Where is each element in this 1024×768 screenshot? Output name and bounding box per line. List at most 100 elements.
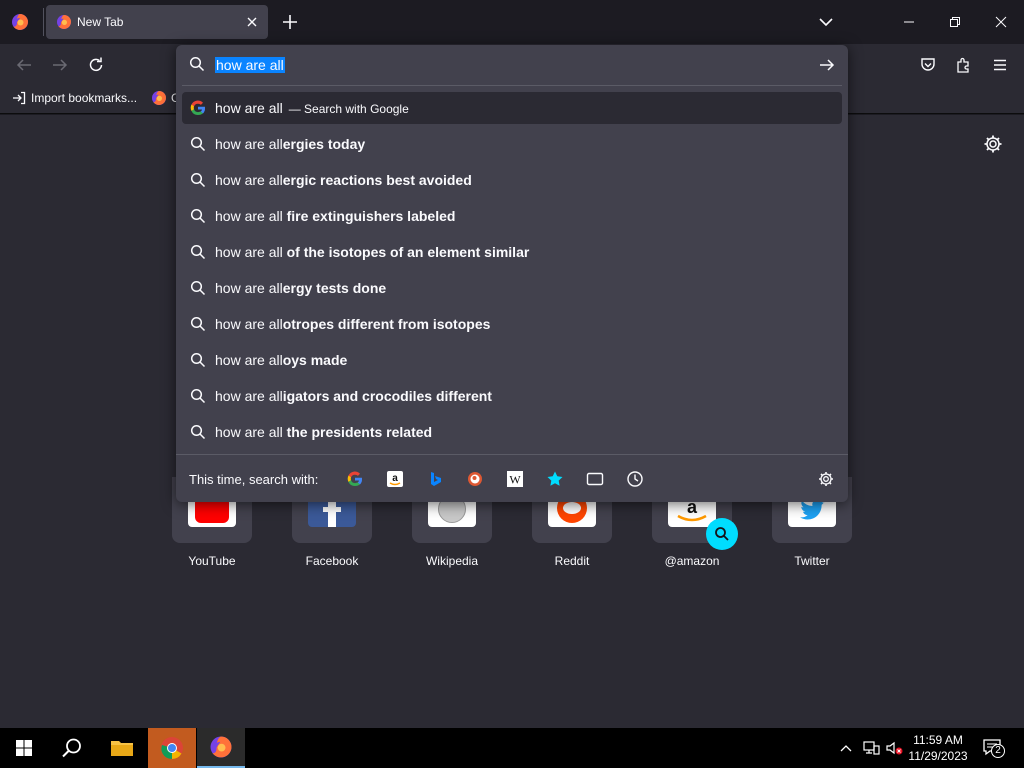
urlbar-divider	[182, 85, 842, 86]
show-hidden-icons-chevron-icon[interactable]	[839, 742, 853, 754]
urlbar-result-text: how are alloys made	[215, 352, 347, 368]
close-tab-icon[interactable]	[244, 14, 260, 30]
go-arrow-icon[interactable]	[818, 56, 836, 74]
urlbar-result-row[interactable]: how are allergy tests done	[182, 272, 842, 304]
close-icon	[995, 16, 1007, 28]
urlbar-result-row[interactable]: how are alligators and crocodiles differ…	[182, 380, 842, 412]
clock-time: 11:59 AM	[913, 733, 963, 747]
pocket-icon	[921, 58, 935, 71]
urlbar-result-row[interactable]: how are allotropes different from isotop…	[182, 308, 842, 340]
top-site-label: @amazon	[664, 554, 720, 568]
firefox-logo-icon	[210, 736, 232, 758]
urlbar-input[interactable]: how are all	[215, 56, 285, 74]
top-site-label: YouTube	[188, 554, 236, 568]
start-button[interactable]	[0, 728, 48, 768]
urlbar-result-row[interactable]: how are allergic reactions best avoided	[182, 164, 842, 196]
tab-strip: New Tab	[0, 0, 1024, 44]
urlbar-result-text: how are all of the isotopes of an elemen…	[215, 244, 529, 260]
new-tab-plus-icon[interactable]	[279, 11, 301, 33]
windows-taskbar: 11:59 AM 11/29/2023 2	[0, 728, 1024, 768]
search-icon	[190, 172, 206, 188]
urlbar-input-row[interactable]: how are all	[176, 45, 848, 85]
minimize-button[interactable]	[886, 0, 932, 44]
search-icon	[62, 738, 81, 758]
close-window-button[interactable]	[978, 0, 1024, 44]
urlbar-selected-text: how are all	[215, 57, 285, 73]
restore-button[interactable]	[932, 0, 978, 44]
tab-title: New Tab	[77, 15, 124, 29]
amazon-icon[interactable]: a	[386, 470, 404, 488]
history-icon[interactable]	[626, 470, 644, 488]
urlbar-result-row[interactable]: how are alloys made	[182, 344, 842, 376]
search-settings-gear-icon[interactable]	[817, 470, 835, 488]
result-suggested-completion: ergic reactions best avoided	[282, 172, 472, 188]
google-icon[interactable]	[346, 470, 364, 488]
result-suggested-completion: fire extinguishers labeled	[286, 208, 456, 224]
search-shortcut-badge	[706, 518, 738, 550]
tab-divider	[43, 8, 44, 36]
reload-icon	[89, 57, 103, 72]
urlbar-result-row[interactable]: how are all of the isotopes of an elemen…	[182, 236, 842, 268]
pocket-button[interactable]	[917, 54, 939, 76]
firefox-logo-icon	[12, 14, 28, 30]
extensions-button[interactable]	[953, 54, 975, 76]
result-suggested-completion: igators and crocodiles different	[282, 388, 492, 404]
result-typed-text: how are all	[215, 172, 283, 188]
urlbar-result-text: how are allergic reactions best avoided	[215, 172, 472, 188]
top-site-label: Reddit	[554, 554, 590, 568]
bookmarks-star-icon[interactable]	[546, 470, 564, 488]
google-icon	[190, 100, 206, 116]
forward-button[interactable]	[49, 54, 71, 76]
urlbar-result-text: how are allergy tests done	[215, 280, 386, 296]
list-all-tabs-chevron-icon[interactable]	[815, 11, 837, 33]
wikipedia-icon[interactable]: W	[506, 470, 524, 488]
puzzle-piece-icon	[957, 57, 969, 73]
firefox-logo-icon	[152, 91, 166, 105]
customize-gear-icon[interactable]	[983, 134, 1003, 154]
taskbar-file-explorer[interactable]	[98, 728, 146, 768]
restore-icon	[950, 17, 960, 27]
search-icon	[189, 56, 205, 72]
urlbar-result-row[interactable]: how are allergies today	[182, 128, 842, 160]
taskbar-firefox[interactable]	[197, 728, 245, 768]
search-icon	[190, 388, 206, 404]
network-icon[interactable]	[862, 740, 880, 756]
action-center-button[interactable]: 2	[982, 738, 1006, 758]
result-suggested-completion: the presidents related	[286, 424, 433, 440]
app-menu-button[interactable]	[989, 54, 1011, 76]
urlbar-result-row[interactable]: how are all — Search with Google	[182, 92, 842, 124]
urlbar-result-text: how are allergies today	[215, 136, 365, 152]
minimize-icon	[904, 21, 914, 23]
bing-icon[interactable]	[426, 470, 444, 488]
duckduckgo-icon[interactable]	[466, 470, 484, 488]
import-bookmarks-item[interactable]: Import bookmarks...	[12, 91, 137, 105]
back-button[interactable]	[13, 54, 35, 76]
tab-new-tab[interactable]: New Tab	[46, 5, 268, 39]
hamburger-menu-icon	[994, 59, 1006, 71]
firefox-logo-icon	[57, 15, 71, 29]
search-icon	[190, 316, 206, 332]
tabs-icon[interactable]	[586, 470, 604, 488]
one-off-search-bar: This time, search with: a W	[176, 454, 848, 502]
search-icon	[190, 280, 206, 296]
top-site-label: Twitter	[794, 554, 830, 568]
result-typed-text: how are all	[215, 208, 287, 224]
notification-count-badge: 2	[991, 744, 1005, 758]
urlbar-result-row[interactable]: how are all the presidents related	[182, 416, 842, 448]
taskbar-search-button[interactable]	[48, 728, 96, 768]
result-typed-text: how are all	[215, 100, 283, 116]
urlbar-result-text: how are all — Search with Google	[215, 100, 409, 116]
taskbar-chrome[interactable]	[148, 728, 196, 768]
result-typed-text: how are all	[215, 244, 287, 260]
back-arrow-icon	[16, 59, 31, 71]
search-icon	[190, 424, 206, 440]
search-icon	[190, 352, 206, 368]
firefox-view-button[interactable]	[8, 10, 32, 34]
svg-text:W: W	[509, 473, 521, 487]
system-clock[interactable]: 11:59 AM 11/29/2023	[900, 732, 976, 764]
urlbar-result-text: how are all the presidents related	[215, 424, 432, 440]
result-typed-text: how are all	[215, 424, 287, 440]
urlbar-result-row[interactable]: how are all fire extinguishers labeled	[182, 200, 842, 232]
reload-button[interactable]	[85, 54, 107, 76]
result-suggested-completion: of the isotopes of an element similar	[286, 244, 530, 260]
